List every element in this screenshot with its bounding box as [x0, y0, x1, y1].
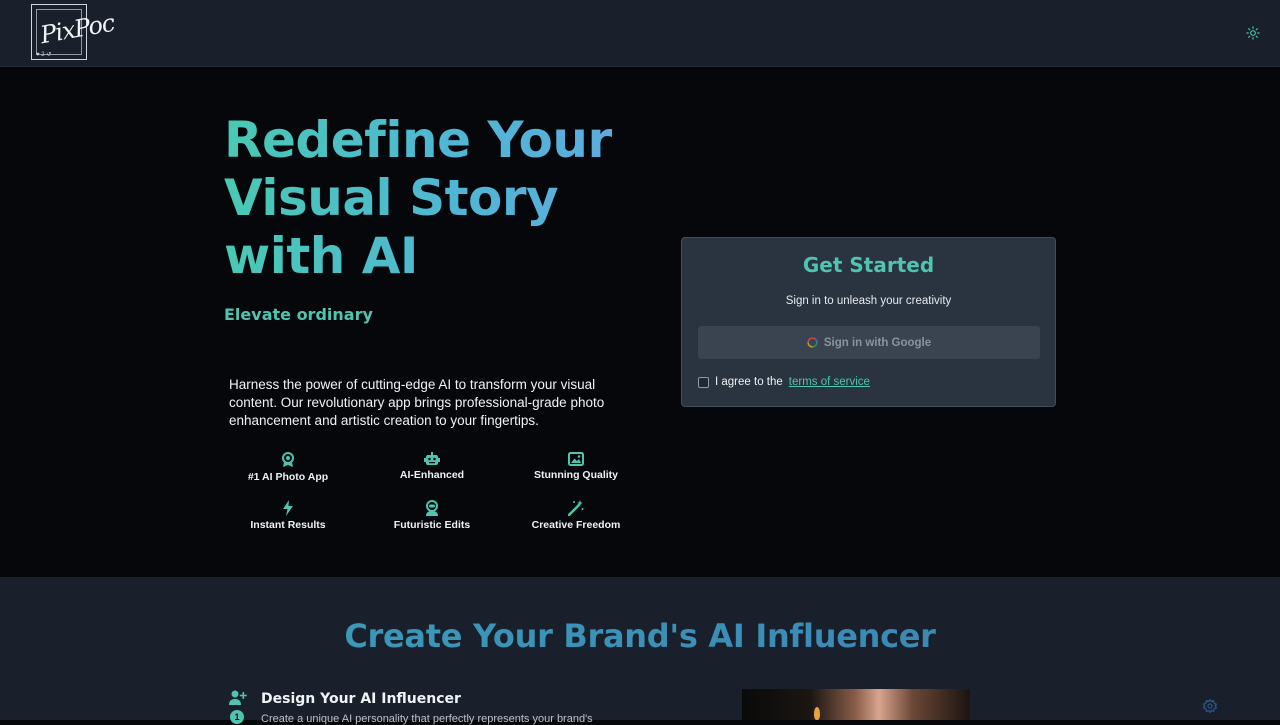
- section-title: Create Your Brand's AI Influencer: [0, 617, 1280, 655]
- feature-label: Stunning Quality: [534, 469, 618, 481]
- sun-icon: [1246, 26, 1260, 40]
- hero-subheadline: Elevate ordinary: [224, 305, 373, 324]
- add-user-icon: [229, 690, 247, 705]
- lightning-icon: [283, 500, 293, 516]
- magic-wand-icon: [568, 500, 584, 516]
- feature-label: Instant Results: [250, 519, 326, 531]
- logo-mark: ♥ 2 ↺: [36, 52, 52, 58]
- hero-description: Harness the power of cutting-edge AI to …: [229, 377, 605, 428]
- pixpoc-logo[interactable]: PixPoc ♥ 2 ↺: [31, 4, 116, 60]
- step-title: Design Your AI Influencer: [261, 691, 461, 707]
- terms-checkbox[interactable]: [698, 376, 709, 388]
- google-icon: [807, 337, 818, 348]
- google-button-label: Sign in with Google: [823, 336, 932, 349]
- image-icon: [568, 452, 584, 466]
- feature-label: #1 AI Photo App: [247, 471, 329, 483]
- top-navbar: PixPoc ♥ 2 ↺: [0, 0, 1280, 67]
- hero-headline: Redefine Your Visual Story with AI: [224, 111, 674, 285]
- candle-flame: [814, 707, 820, 720]
- feature-label: Creative Freedom: [531, 519, 621, 531]
- step-number-badge: 1: [230, 710, 244, 724]
- astronaut-icon: [426, 500, 438, 516]
- feature-item: Instant Results: [216, 500, 360, 534]
- feature-label: Futuristic Edits: [393, 519, 471, 531]
- settings-gear-icon[interactable]: [1203, 699, 1217, 713]
- terms-row: I agree to the terms of service: [698, 376, 870, 388]
- card-title: Get Started: [802, 253, 935, 277]
- theme-toggle-button[interactable]: [1244, 24, 1262, 42]
- step-description: Create a unique AI personality that perf…: [261, 713, 593, 725]
- influencer-section: Create Your Brand's AI Influencer Design…: [0, 577, 1280, 725]
- robot-icon: [424, 452, 440, 465]
- feature-item: Creative Freedom: [504, 500, 648, 534]
- terms-prefix: I agree to the: [715, 376, 783, 388]
- feature-item: Futuristic Edits: [360, 500, 504, 534]
- influencer-preview-image: [742, 689, 970, 720]
- feature-item: Stunning Quality: [504, 452, 648, 486]
- feature-label: AI-Enhanced: [399, 469, 465, 481]
- feature-item: #1 AI Photo App: [216, 452, 360, 486]
- award-icon: [282, 452, 294, 467]
- feature-item: AI-Enhanced: [360, 452, 504, 486]
- feature-grid: #1 AI Photo App AI-Enhanced Stunning Qua…: [216, 452, 648, 534]
- hero-section: Redefine Your Visual Story with AI Eleva…: [0, 67, 1280, 577]
- login-card: Get Started Sign in to unleash your crea…: [681, 237, 1056, 407]
- google-signin-button[interactable]: Sign in with Google: [698, 326, 1040, 359]
- terms-of-service-link[interactable]: terms of service: [789, 376, 870, 388]
- card-subtitle: Sign in to unleash your creativity: [785, 295, 952, 307]
